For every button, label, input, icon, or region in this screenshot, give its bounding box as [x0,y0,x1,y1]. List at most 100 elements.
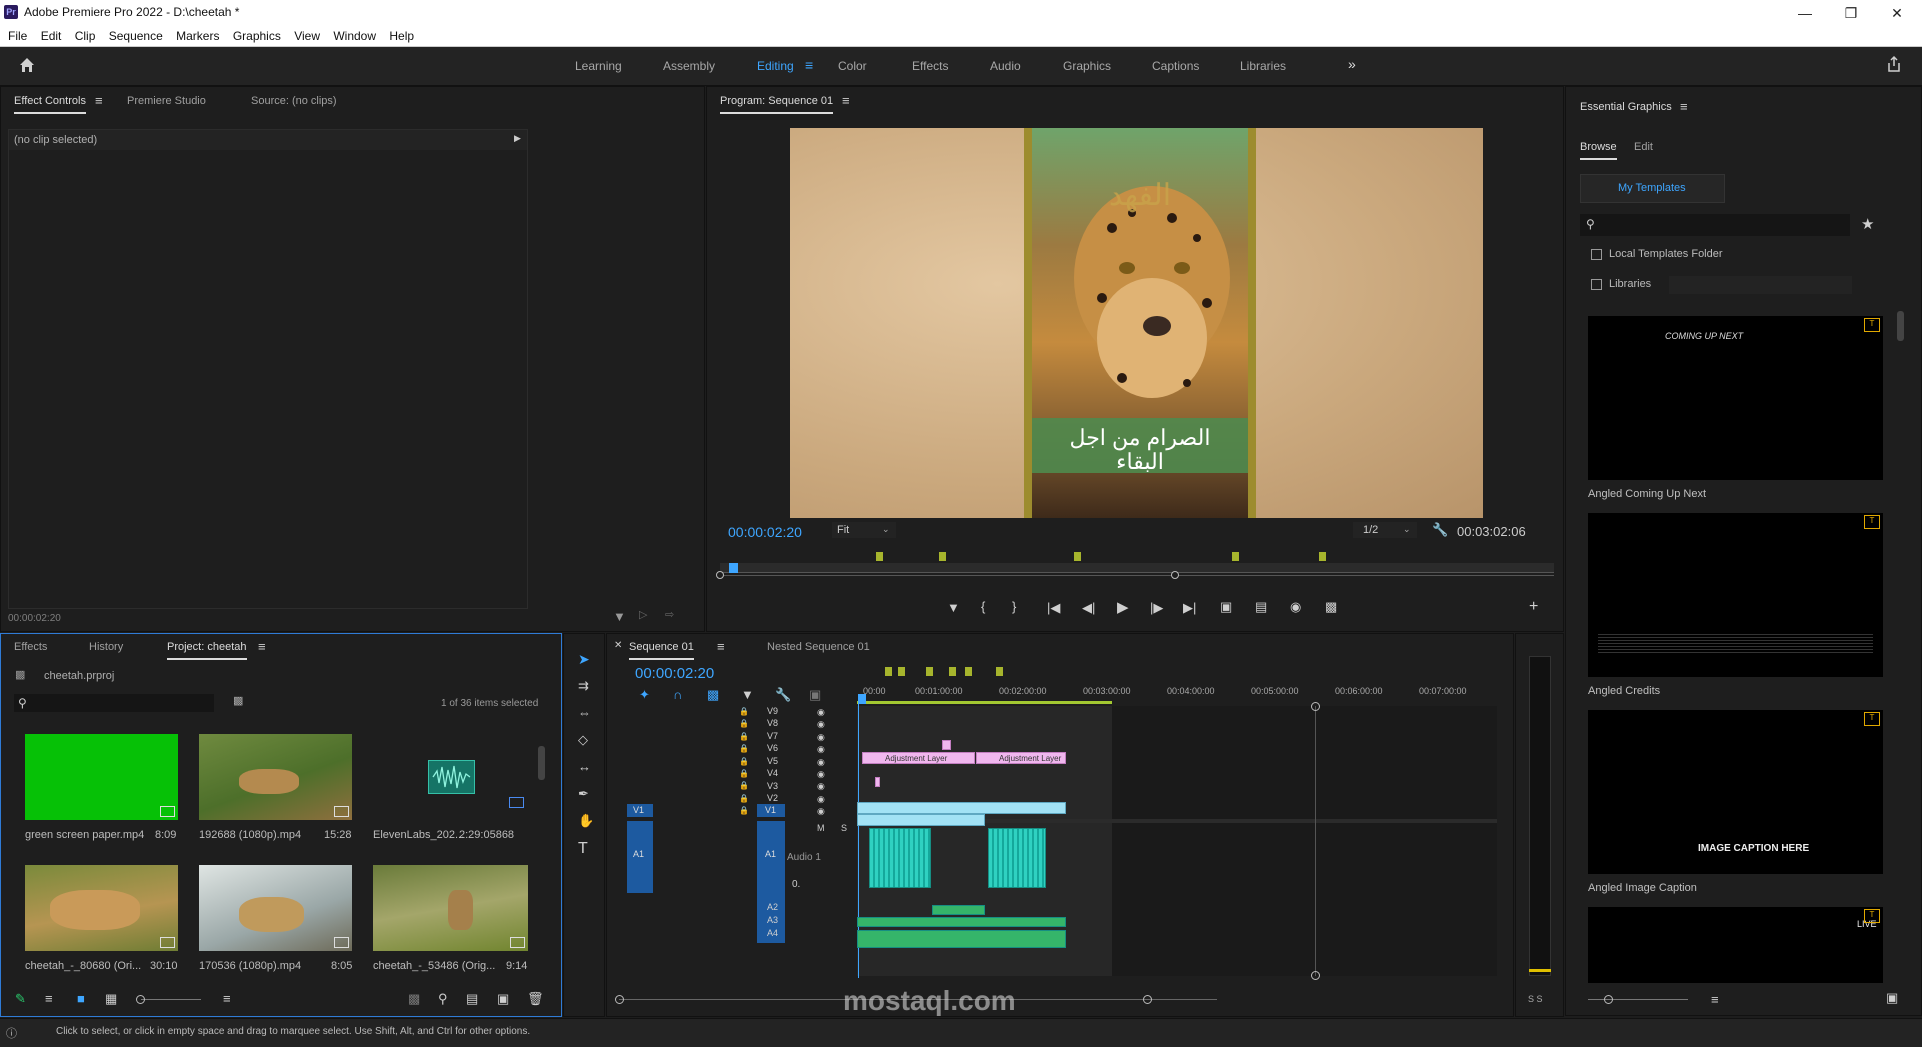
zoom-handle-left[interactable] [716,571,724,579]
sequence-marker[interactable] [965,667,972,676]
video-clip-v1[interactable] [857,814,985,826]
track-v6[interactable]: V6 [767,743,778,753]
track-v8[interactable]: V8 [767,718,778,728]
tracks-area[interactable]: Adjustment Layer Adjustment Layer [857,704,1497,978]
panel-menu-icon[interactable]: ≡ [95,94,103,107]
zoom-slider-handle[interactable] [136,995,145,1004]
video-clip-v2[interactable] [857,802,1066,814]
clip-thumbnail[interactable] [373,865,528,951]
program-timecode[interactable]: 00:00:02:20 [728,524,802,540]
wrench-icon[interactable]: 🔧 [1432,523,1448,536]
lift-icon[interactable]: ▣ [1220,600,1232,613]
project-scrollbar[interactable] [538,746,545,780]
sort-icon[interactable]: ≡ [223,992,231,1005]
menu-edit[interactable]: Edit [41,26,62,46]
sequence-marker[interactable] [1319,552,1326,561]
playhead[interactable] [729,563,738,573]
eg-scrollbar[interactable] [1897,311,1904,341]
more-workspaces-icon[interactable]: » [1348,56,1356,72]
slip-tool-icon[interactable]: ↔ [578,760,591,773]
pen-tool-icon[interactable]: ✒ [578,787,589,800]
maximize-icon[interactable]: ❐ [1828,0,1874,26]
new-bin-icon[interactable]: ▤ [466,992,478,1005]
lock-icons[interactable]: 🔒 🔒 🔒 🔒 🔒 🔒 🔒 🔒 🔒 [739,706,749,819]
workspace-editing[interactable]: Editing [757,59,794,73]
local-templates-checkbox[interactable] [1591,249,1602,260]
go-to-in-icon[interactable]: |◀ [1047,601,1060,614]
sequence-marker[interactable] [1232,552,1239,561]
workspace-assembly[interactable]: Assembly [663,59,715,73]
clip-thumbnail[interactable] [372,734,527,820]
share-icon[interactable] [1885,55,1903,73]
timeline-settings-icon[interactable]: 🔧 [775,688,791,701]
menu-file[interactable]: File [8,26,27,46]
menu-markers[interactable]: Markers [176,26,219,46]
close-icon[interactable]: ✕ [1874,0,1920,26]
clip-thumbnail[interactable] [25,734,178,820]
source-patch-a1[interactable]: A1 [627,821,653,893]
go-to-out-icon[interactable]: ▶| [1183,601,1196,614]
template-thumb[interactable]: IMAGE CAPTION HERE T [1588,710,1883,874]
selection-tool-icon[interactable]: ➤ [578,652,590,666]
menu-view[interactable]: View [294,26,320,46]
track-a3[interactable]: A3 [767,915,778,925]
expand-arrow-icon[interactable]: ▶ [514,133,521,144]
star-icon[interactable]: ★ [1861,217,1874,232]
program-menu-icon[interactable]: ≡ [842,94,850,107]
freeform-view-icon[interactable]: ▦ [105,992,117,1005]
workspace-audio[interactable]: Audio [990,59,1021,73]
vertical-scrollbar[interactable] [1315,706,1316,976]
camera-icon[interactable]: ◉ [1290,600,1301,613]
workspace-color[interactable]: Color [838,59,867,73]
sequence-marker[interactable] [926,667,933,676]
tab-history[interactable]: History [89,641,123,653]
mute-button[interactable]: M [817,823,825,833]
sequence-marker[interactable] [1074,552,1081,561]
minimize-icon[interactable]: — [1782,0,1828,26]
menu-window[interactable]: Window [333,26,376,46]
graphic-clip[interactable] [875,777,880,787]
play-only-audio-icon[interactable]: ▷ [639,610,647,621]
hand-tool-icon[interactable]: ✋ [578,814,594,827]
tab-effects[interactable]: Effects [14,641,47,653]
menu-sequence[interactable]: Sequence [109,26,163,46]
export-frame-icon[interactable]: ⇨ [665,610,674,621]
workspace-effects[interactable]: Effects [912,59,948,73]
mark-out-icon[interactable]: } [1012,600,1016,613]
audio-clip-a3[interactable] [932,905,985,915]
clip-thumbnail[interactable] [199,734,352,820]
zoom-bar[interactable] [720,575,1554,576]
track-a2[interactable]: A2 [767,902,778,912]
sequence-marker[interactable] [876,552,883,561]
scroll-handle-left[interactable] [615,995,624,1004]
home-icon[interactable] [18,56,36,74]
close-tab-icon[interactable]: ✕ [614,641,622,651]
track-select-tool-icon[interactable]: ⇉ [578,679,589,692]
solo-button[interactable]: S [841,823,847,833]
extract-icon[interactable]: ▤ [1255,600,1267,613]
scrub-bar[interactable] [716,552,1554,582]
menu-help[interactable]: Help [389,26,414,46]
step-forward-icon[interactable]: |▶ [1150,601,1163,614]
new-layer-icon[interactable]: ▣ [1886,991,1898,1004]
sequence-marker[interactable] [996,667,1003,676]
new-item-icon[interactable]: ▣ [497,992,509,1005]
timeline-timecode[interactable]: 00:00:02:20 [635,665,714,682]
tab-premiere-studio[interactable]: Premiere Studio [127,95,206,107]
comparison-view-icon[interactable]: ▩ [1325,600,1337,613]
template-thumb[interactable]: T [1588,513,1883,677]
razor-tool-icon[interactable]: ◇ [578,733,588,746]
graphic-clip[interactable] [942,740,951,750]
track-v1-target[interactable]: V1 [757,804,785,817]
tab-edit[interactable]: Edit [1634,141,1653,153]
nest-toggle-icon[interactable]: ✦ [639,688,650,701]
scroll-handle-right[interactable] [1143,995,1152,1004]
linked-selection-icon[interactable]: ▩ [707,688,719,701]
list-view-icon[interactable]: ≡ [45,992,53,1005]
sequence-menu-icon[interactable]: ≡ [717,640,725,653]
pencil-icon[interactable]: ✎ [15,992,26,1005]
project-menu-icon[interactable]: ≡ [258,640,266,653]
audio-clip-a5[interactable] [857,930,1066,948]
add-marker-icon[interactable]: ▼ [741,688,754,701]
thumb-size-slider[interactable] [1588,999,1688,1000]
